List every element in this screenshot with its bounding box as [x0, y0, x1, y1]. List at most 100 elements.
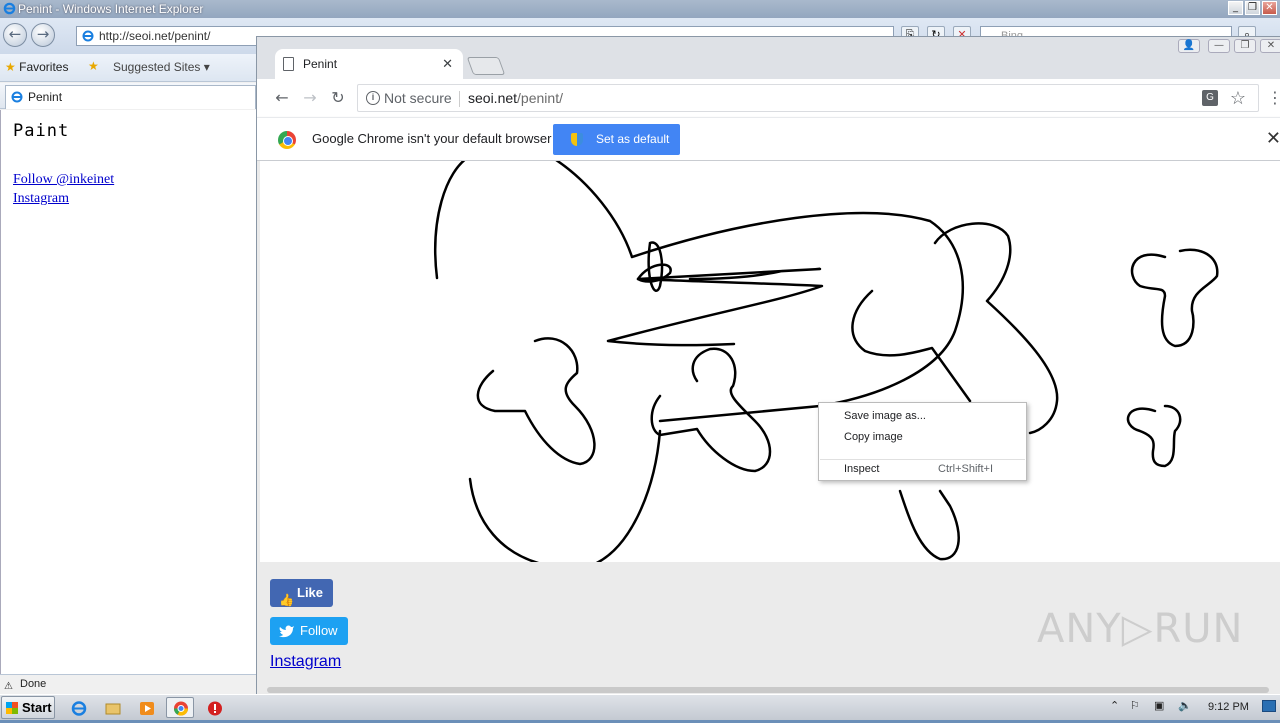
facebook-like-label: Like [297, 585, 324, 600]
set-as-default-label: Set as default [596, 132, 670, 146]
chrome-window: Penint ✕ 👤 — ❐ ✕ ← → ↻ i Not secure seoi… [256, 36, 1280, 694]
ie-close-button[interactable]: ✕ [1262, 1, 1277, 15]
stroke-12 [1126, 404, 1182, 468]
ie-window-title: Penint - Windows Internet Explorer [18, 2, 204, 16]
instagram-link[interactable]: Instagram [270, 653, 341, 671]
ie-page-content: Paint Follow @inkeinet Instagram [0, 110, 256, 674]
volume-icon[interactable]: 🔈 [1178, 699, 1192, 712]
ie-tab-penint[interactable]: Penint [5, 85, 256, 109]
thumbs-up-icon: 👍 [279, 593, 294, 607]
taskbar-stop-icon[interactable] [200, 697, 228, 718]
infobar-message: Google Chrome isn't your default browser [312, 131, 552, 146]
info-icon[interactable]: i [366, 91, 380, 105]
stroke-2 [630, 211, 964, 423]
forward-arrow-icon[interactable]: → [300, 88, 320, 108]
ie-title-bar: Penint - Windows Internet Explorer _ ❐ ✕ [0, 0, 1280, 18]
chrome-tab-penint[interactable]: Penint ✕ [275, 49, 463, 79]
omnibox-separator [459, 91, 460, 107]
taskbar-media-player-icon[interactable] [132, 697, 160, 718]
twitter-follow-button[interactable]: Follow [270, 617, 348, 645]
twitter-follow-label: Follow [300, 623, 338, 638]
ie-status-bar: ⚠ Done [0, 674, 256, 694]
default-browser-infobar: Google Chrome isn't your default browser… [257, 117, 1280, 161]
ie-favorites-label: Favorites [19, 60, 69, 74]
twitter-bird-icon [279, 625, 294, 638]
stroke-1 [434, 161, 634, 280]
chrome-minimize-button[interactable]: — [1208, 39, 1230, 53]
paint-canvas[interactable] [260, 161, 1280, 562]
omnibox[interactable]: i Not secure seoi.net/penint/ G ☆ [357, 84, 1259, 112]
taskbar-explorer-icon[interactable] [98, 697, 126, 718]
ie-maximize-button[interactable]: ❐ [1245, 1, 1260, 15]
start-button[interactable]: Start [1, 696, 55, 719]
system-tray: ⌃ ⚐ ▣ 🔈 9:12 PM [1104, 696, 1278, 719]
windows-logo-icon [6, 702, 18, 714]
save-image-menu-item[interactable]: Save image as... [844, 410, 926, 422]
reload-icon[interactable]: ↻ [328, 88, 348, 108]
infobar-close-icon[interactable]: ✕ [1266, 128, 1280, 149]
ie-tab-bar: Penint [0, 83, 256, 109]
taskbar: Start ⌃ ⚐ ▣ 🔈 9:12 PM [0, 694, 1280, 720]
inspect-menu-item[interactable]: Inspect [844, 463, 879, 475]
ie-tab-icon [11, 91, 23, 103]
taskbar-chrome-icon[interactable] [166, 697, 194, 718]
chrome-tab-strip: Penint ✕ 👤 — ❐ ✕ [257, 37, 1280, 79]
facebook-like-button[interactable]: 👍 Like [270, 579, 333, 607]
chrome-logo-icon [278, 131, 296, 149]
chrome-tab-label: Penint [303, 57, 338, 71]
bookmark-star-icon[interactable]: ☆ [1230, 85, 1246, 111]
taskbar-clock[interactable]: 9:12 PM [1208, 701, 1249, 713]
shield-icon [571, 133, 583, 146]
copy-image-menu-item[interactable]: Copy image [844, 431, 903, 443]
chrome-maximize-button[interactable]: ❐ [1234, 39, 1256, 53]
taskbar-ie-icon[interactable] [64, 697, 92, 718]
star-icon: ★ [5, 60, 16, 74]
chrome-close-button[interactable]: ✕ [1260, 39, 1280, 53]
network-icon[interactable]: ▣ [1154, 699, 1164, 712]
translate-icon[interactable]: G [1202, 90, 1218, 106]
back-arrow-icon[interactable]: ← [272, 88, 292, 108]
url-path: /penint/ [517, 90, 563, 106]
not-secure-label[interactable]: Not secure [384, 85, 452, 111]
ie-suggested-sites-label: Suggested Sites ▾ [113, 60, 210, 74]
anyrun-watermark: ANY▷RUN [1037, 606, 1244, 652]
action-center-flag-icon[interactable]: ⚐ [1130, 699, 1140, 712]
omnibox-url[interactable]: seoi.net/penint/ [468, 85, 563, 111]
ie-page-title: Paint [13, 121, 70, 141]
show-hidden-icons-icon[interactable]: ⌃ [1110, 699, 1119, 712]
stroke-10 [898, 489, 960, 561]
tab-close-icon[interactable]: ✕ [442, 49, 453, 79]
stroke-9 [468, 429, 662, 562]
ie-back-button[interactable]: ← [3, 23, 27, 47]
menu-separator [820, 459, 1025, 460]
stroke-7 [476, 337, 596, 466]
show-desktop-icon[interactable] [1262, 700, 1276, 712]
stroke-11 [1130, 248, 1219, 348]
ie-follow-link[interactable]: Follow @inkeinet [13, 172, 114, 188]
add-favorite-icon[interactable]: ★ [88, 59, 99, 73]
ie-tab-label: Penint [28, 90, 63, 104]
ie-address-text: http://seoi.net/penint/ [99, 29, 211, 43]
start-label: Start [22, 700, 52, 715]
context-menu: Save image as... Copy image Inspect Ctrl… [818, 402, 1027, 481]
stroke-8 [650, 347, 772, 473]
ie-forward-button[interactable]: → [31, 23, 55, 47]
inspect-shortcut: Ctrl+Shift+I [938, 463, 994, 475]
new-tab-button[interactable] [466, 57, 506, 75]
document-icon [283, 57, 294, 71]
stroke-5 [851, 289, 972, 403]
ie-favorites-button[interactable]: ★ Favorites [5, 60, 68, 74]
chrome-menu-icon[interactable]: ⋮ [1265, 88, 1280, 108]
ie-minimize-button[interactable]: _ [1228, 1, 1243, 15]
chrome-page-content: 👍 Like Follow Instagram ANY▷RUN [257, 161, 1280, 694]
horizontal-scrollbar[interactable] [267, 687, 1269, 693]
url-host: seoi.net [468, 90, 518, 106]
chrome-toolbar: ← → ↻ i Not secure seoi.net/penint/ G ☆ … [257, 79, 1280, 117]
ie-status-text: Done [20, 678, 47, 690]
ie-page-icon [82, 30, 94, 42]
profile-icon[interactable]: 👤 [1178, 39, 1200, 53]
set-as-default-button[interactable]: Set as default [553, 124, 680, 155]
ie-instagram-link[interactable]: Instagram [13, 191, 69, 207]
ie-suggested-sites[interactable]: Suggested Sites ▾ [113, 60, 210, 74]
ie-logo-icon [3, 2, 16, 15]
